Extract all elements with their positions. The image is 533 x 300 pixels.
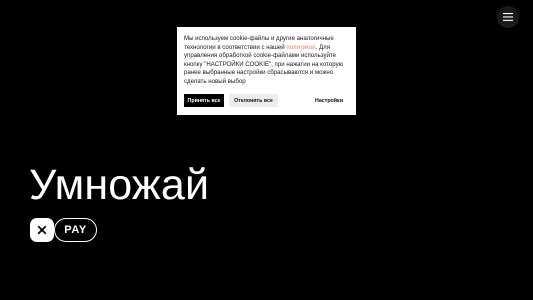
reject-all-button[interactable]: Отклонить все — [229, 94, 278, 107]
cookie-banner-text: Мы используем cookie-файлы и другие анал… — [184, 35, 349, 86]
pay-label: PAY — [54, 218, 97, 242]
page: Мы используем cookie-файлы и другие анал… — [0, 0, 533, 300]
cookie-banner: Мы используем cookie-файлы и другие анал… — [177, 27, 356, 115]
menu-button[interactable] — [497, 6, 519, 28]
accept-all-button[interactable]: Принять все — [184, 94, 224, 107]
hero-title: Умножай — [29, 161, 210, 209]
cookie-actions: Принять все Отклонить все Настройки — [184, 94, 349, 107]
x-logo-icon — [30, 218, 54, 242]
brand-logo: PAY — [30, 218, 100, 242]
hamburger-menu-icon — [503, 13, 513, 21]
cookie-settings-button[interactable]: Настройки — [314, 94, 344, 107]
policy-link[interactable]: политикой — [286, 44, 315, 51]
